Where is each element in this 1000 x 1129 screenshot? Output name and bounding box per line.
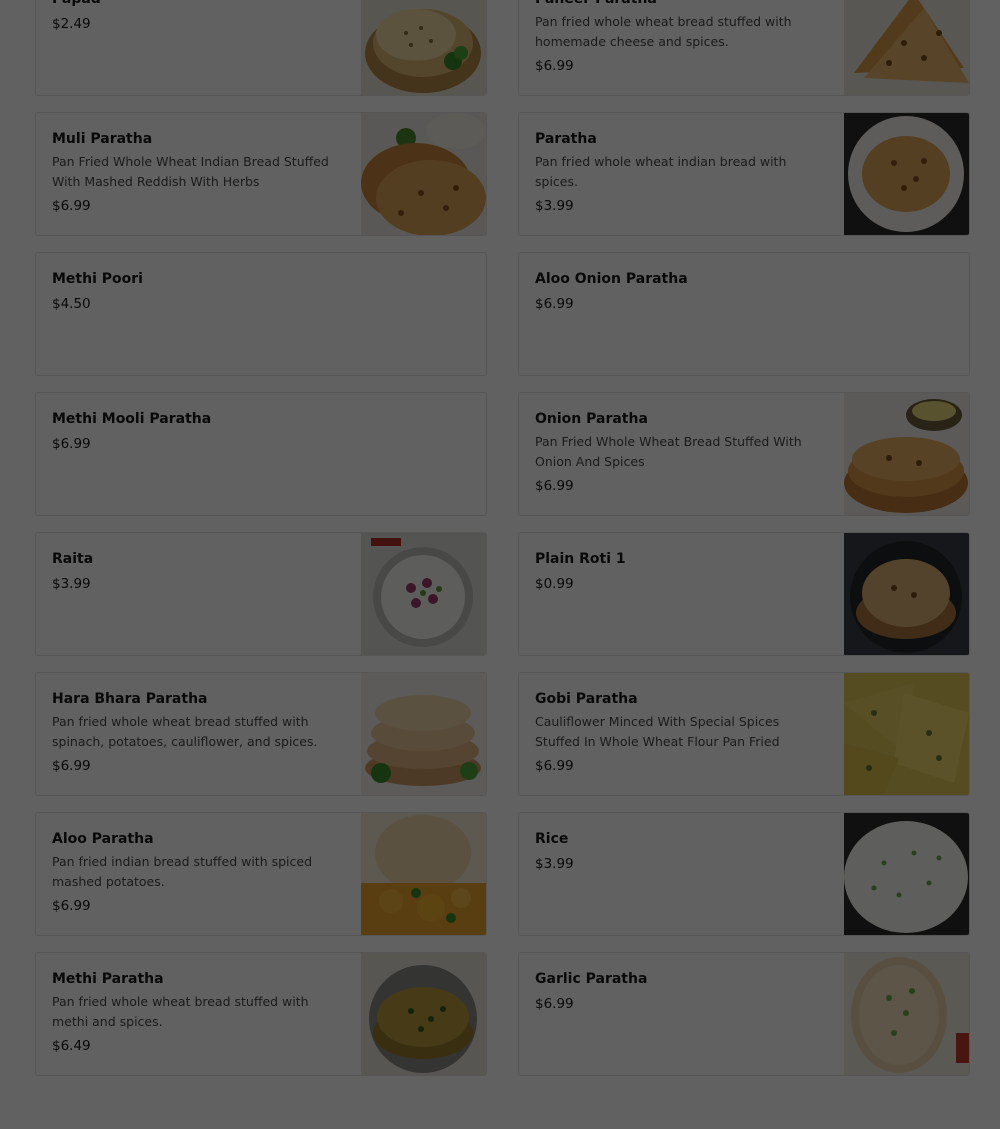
menu-item-price: $6.99 — [535, 58, 574, 74]
paratha-image — [844, 113, 969, 235]
menu-item-name: Methi Poori — [52, 271, 143, 287]
menu-item-text: Aloo Onion Paratha $6.99 — [535, 268, 935, 314]
menu-item-name: Papad — [52, 0, 342, 10]
menu-item-name: Raita — [52, 551, 94, 567]
menu-item-price: $3.99 — [535, 198, 574, 214]
menu-item-name: Methi Paratha — [52, 971, 164, 987]
papad-image — [361, 0, 486, 95]
menu-item-text: Garlic Paratha $6.99 — [535, 968, 825, 1014]
menu-item-name: Onion Paratha — [535, 411, 648, 427]
menu-item-description: Pan fried whole wheat bread stuffed with… — [535, 14, 792, 49]
menu-item-text: Onion Paratha Pan Fried Whole Wheat Brea… — [535, 408, 825, 496]
menu-item-name: Paneer Paratha — [535, 0, 825, 10]
menu-item-card[interactable]: Onion Paratha Pan Fried Whole Wheat Brea… — [518, 392, 970, 516]
menu-item-name: Plain Roti 1 — [535, 551, 626, 567]
menu-item-description: Pan Fried Whole Wheat Indian Bread Stuff… — [52, 154, 329, 189]
menu-item-card[interactable]: Plain Roti 1 $0.99 — [518, 532, 970, 656]
menu-item-price: $6.99 — [535, 296, 574, 312]
menu-item-price: $6.99 — [535, 478, 574, 494]
menu-item-description: Cauliflower Minced With Special Spices S… — [535, 714, 780, 749]
menu-item-price: $6.99 — [52, 758, 91, 774]
raita-image — [361, 533, 486, 655]
menu-item-card[interactable]: Hara Bhara Paratha Pan fried whole wheat… — [35, 672, 487, 796]
muli-paratha-image — [361, 113, 486, 235]
menu-item-price: $6.99 — [535, 758, 574, 774]
menu-item-name: Aloo Onion Paratha — [535, 271, 688, 287]
menu-item-text: Rice $3.99 — [535, 828, 825, 874]
menu-item-name: Rice — [535, 831, 569, 847]
menu-item-price: $6.99 — [52, 436, 91, 452]
menu-item-price: $6.49 — [52, 1038, 91, 1054]
menu-item-text: Plain Roti 1 $0.99 — [535, 548, 825, 594]
menu-item-card[interactable]: Paratha Pan fried whole wheat indian bre… — [518, 112, 970, 236]
menu-item-card[interactable]: Muli Paratha Pan Fried Whole Wheat India… — [35, 112, 487, 236]
garlic-paratha-image — [844, 953, 969, 1075]
menu-item-card[interactable]: Aloo Paratha Pan fried indian bread stuf… — [35, 812, 487, 936]
menu-item-description: Pan fried indian bread stuffed with spic… — [52, 854, 313, 889]
menu-item-text: Methi Mooli Paratha $6.99 — [52, 408, 452, 454]
menu-item-card[interactable]: Gobi Paratha Cauliflower Minced With Spe… — [518, 672, 970, 796]
menu-item-price: $4.50 — [52, 296, 91, 312]
menu-item-description: Pan Fried Whole Wheat Bread Stuffed With… — [535, 434, 802, 469]
methi-paratha-image — [361, 953, 486, 1075]
menu-item-card[interactable]: Paneer Paratha Pan fried whole wheat bre… — [518, 0, 970, 96]
menu-item-name: Paratha — [535, 131, 597, 147]
menu-item-text: Paratha Pan fried whole wheat indian bre… — [535, 128, 825, 216]
menu-item-price: $0.99 — [535, 576, 574, 592]
menu-item-price: $6.99 — [52, 198, 91, 214]
menu-item-description: Pan fried whole wheat bread stuffed with… — [52, 994, 309, 1029]
menu-item-text: Raita $3.99 — [52, 548, 342, 594]
menu-item-name: Aloo Paratha — [52, 831, 154, 847]
menu-item-card[interactable]: Garlic Paratha $6.99 — [518, 952, 970, 1076]
menu-item-text: Hara Bhara Paratha Pan fried whole wheat… — [52, 688, 342, 776]
menu-item-card[interactable]: Methi Mooli Paratha $6.99 — [35, 392, 487, 516]
menu-item-price: $3.99 — [52, 576, 91, 592]
menu-item-name: Methi Mooli Paratha — [52, 411, 212, 427]
menu-item-price: $6.99 — [52, 898, 91, 914]
menu-item-price: $2.49 — [52, 16, 91, 32]
menu-item-description: Pan fried whole wheat bread stuffed with… — [52, 714, 318, 749]
menu-item-name: Garlic Paratha — [535, 971, 648, 987]
menu-item-description: Pan fried whole wheat indian bread with … — [535, 154, 787, 189]
aloo-paratha-image — [361, 813, 486, 935]
menu-item-card[interactable]: Methi Paratha Pan fried whole wheat brea… — [35, 952, 487, 1076]
menu-item-card[interactable]: Aloo Onion Paratha $6.99 — [518, 252, 970, 376]
rice-image — [844, 813, 969, 935]
menu-grid: Papad $2.49 Paneer Paratha Pan fried who… — [0, 0, 1000, 1129]
paneer-paratha-image — [844, 0, 969, 95]
menu-item-text: Papad $2.49 — [52, 0, 342, 34]
menu-item-text: Muli Paratha Pan Fried Whole Wheat India… — [52, 128, 342, 216]
menu-item-name: Gobi Paratha — [535, 691, 638, 707]
menu-item-text: Gobi Paratha Cauliflower Minced With Spe… — [535, 688, 825, 776]
onion-paratha-image — [844, 393, 969, 515]
menu-item-card[interactable]: Methi Poori $4.50 — [35, 252, 487, 376]
menu-item-text: Paneer Paratha Pan fried whole wheat bre… — [535, 0, 825, 76]
menu-item-name: Hara Bhara Paratha — [52, 691, 208, 707]
menu-item-card[interactable]: Papad $2.49 — [35, 0, 487, 96]
menu-item-text: Aloo Paratha Pan fried indian bread stuf… — [52, 828, 342, 916]
menu-item-name: Muli Paratha — [52, 131, 153, 147]
menu-item-text: Methi Paratha Pan fried whole wheat brea… — [52, 968, 342, 1056]
menu-item-card[interactable]: Rice $3.99 — [518, 812, 970, 936]
menu-item-text: Methi Poori $4.50 — [52, 268, 452, 314]
menu-item-price: $6.99 — [535, 996, 574, 1012]
menu-item-price: $3.99 — [535, 856, 574, 872]
gobi-paratha-image — [844, 673, 969, 795]
menu-item-card[interactable]: Raita $3.99 — [35, 532, 487, 656]
plain-roti-image — [844, 533, 969, 655]
hara-bhara-paratha-image — [361, 673, 486, 795]
